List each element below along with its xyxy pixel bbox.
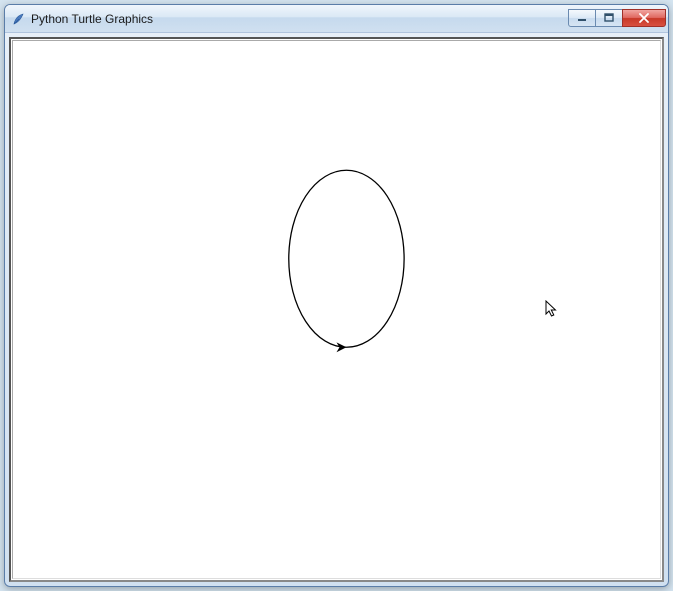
window-controls (569, 9, 666, 27)
drawn-ellipse (289, 170, 404, 347)
maximize-button[interactable] (595, 9, 623, 27)
canvas-frame (9, 37, 664, 582)
titlebar[interactable]: Python Turtle Graphics (5, 5, 668, 33)
minimize-button[interactable] (568, 9, 596, 27)
drawing-surface (13, 41, 660, 578)
turtle-cursor (337, 342, 347, 352)
app-window: Python Turtle Graphics (4, 4, 669, 587)
close-button[interactable] (622, 9, 666, 27)
turtle-canvas[interactable] (12, 40, 661, 579)
feather-icon (11, 11, 27, 27)
window-title: Python Turtle Graphics (31, 12, 569, 26)
